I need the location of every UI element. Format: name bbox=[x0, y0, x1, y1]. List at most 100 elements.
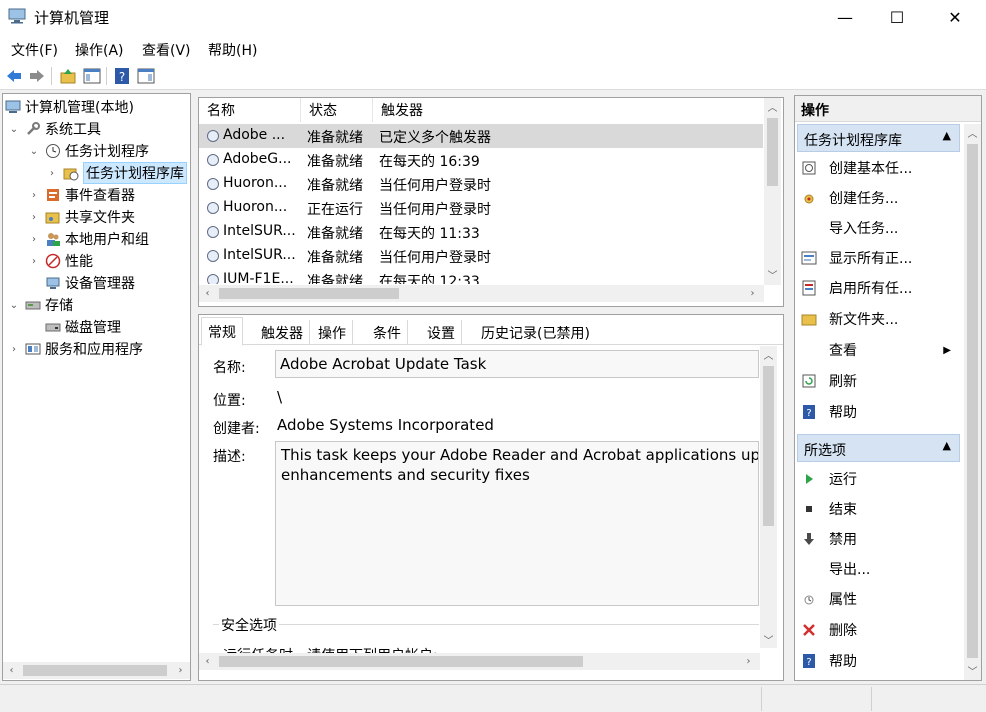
column-header-name[interactable]: 名称 bbox=[199, 98, 301, 122]
chevron-right-icon[interactable]: › bbox=[27, 190, 41, 201]
action-display-running[interactable]: 显示所有正... bbox=[801, 244, 957, 272]
collapse-icon[interactable]: ▲ bbox=[943, 439, 951, 452]
scroll-right-icon[interactable]: › bbox=[740, 653, 757, 670]
chevron-right-icon[interactable]: › bbox=[27, 256, 41, 267]
details-vertical-scrollbar[interactable]: ︿ ﹀ bbox=[760, 346, 777, 648]
scroll-up-icon[interactable]: ︿ bbox=[764, 98, 781, 115]
scroll-left-icon[interactable]: ‹ bbox=[3, 662, 20, 679]
tab-history[interactable]: 历史记录(已禁用) bbox=[475, 320, 596, 345]
tree-item-event-viewer[interactable]: › 事件查看器 bbox=[27, 184, 135, 206]
actions-section-library[interactable]: 任务计划程序库 ▲ bbox=[797, 124, 960, 152]
action-view[interactable]: 查看 ▶ bbox=[801, 336, 957, 364]
tree-horizontal-scrollbar[interactable]: ‹ › bbox=[3, 662, 190, 679]
menu-file[interactable]: 文件(F) bbox=[11, 40, 58, 60]
table-row[interactable]: IntelSUR... 准备就绪 当任何用户登录时 bbox=[199, 244, 763, 268]
details-horizontal-scrollbar[interactable]: ‹ › bbox=[199, 653, 760, 670]
action-new-folder[interactable]: 新文件夹... bbox=[801, 305, 957, 333]
action-help-selected[interactable]: ? 帮助 bbox=[801, 647, 957, 675]
menu-help[interactable]: 帮助(H) bbox=[208, 40, 257, 60]
tree-item-task-library[interactable]: › 任务计划程序库 bbox=[45, 162, 187, 184]
menu-action[interactable]: 操作(A) bbox=[75, 40, 124, 60]
scroll-down-icon[interactable]: ﹀ bbox=[964, 662, 981, 679]
show-hide-action-pane-icon[interactable] bbox=[137, 67, 155, 85]
close-button[interactable]: ✕ bbox=[932, 0, 978, 34]
chevron-down-icon[interactable]: ⌄ bbox=[27, 146, 41, 157]
table-row[interactable]: IUM-F1E... 准备就绪 在每天的 12:33 bbox=[199, 268, 763, 284]
menu-view[interactable]: 查看(V) bbox=[142, 40, 191, 60]
action-disable[interactable]: 禁用 bbox=[801, 525, 957, 553]
action-export[interactable]: 导出... bbox=[801, 555, 957, 583]
action-run[interactable]: 运行 bbox=[801, 465, 957, 493]
collapse-icon[interactable]: ▲ bbox=[943, 129, 951, 142]
tree-item-task-scheduler[interactable]: ⌄ 任务计划程序 bbox=[27, 140, 149, 162]
maximize-button[interactable]: ☐ bbox=[874, 0, 920, 34]
task-list-vertical-scrollbar[interactable]: ︿ ﹀ bbox=[764, 98, 781, 285]
chevron-right-icon[interactable]: › bbox=[27, 234, 41, 245]
table-row[interactable]: Huoron... 正在运行 当任何用户登录时 bbox=[199, 196, 763, 220]
action-import-task[interactable]: 导入任务... bbox=[801, 214, 957, 242]
column-header-trigger[interactable]: 触发器 bbox=[373, 98, 763, 122]
tree-item-services-apps[interactable]: › 服务和应用程序 bbox=[7, 338, 143, 360]
action-delete[interactable]: 删除 bbox=[801, 616, 957, 644]
scroll-right-icon[interactable]: › bbox=[744, 285, 761, 302]
scrollbar-thumb[interactable] bbox=[767, 118, 778, 186]
scroll-left-icon[interactable]: ‹ bbox=[199, 285, 216, 302]
tree-item-local-users[interactable]: › 本地用户和组 bbox=[27, 228, 149, 250]
tab-conditions[interactable]: 条件 bbox=[367, 320, 408, 345]
back-icon[interactable] bbox=[5, 67, 23, 85]
action-help-library[interactable]: ? 帮助 bbox=[801, 398, 957, 426]
table-row[interactable]: AdobeG... 准备就绪 在每天的 16:39 bbox=[199, 148, 763, 172]
action-refresh[interactable]: 刷新 bbox=[801, 367, 957, 395]
help-icon[interactable]: ? bbox=[113, 67, 131, 85]
scroll-down-icon[interactable]: ﹀ bbox=[760, 631, 777, 648]
tree-item-disk-management[interactable]: 磁盘管理 bbox=[45, 316, 121, 338]
scrollbar-thumb[interactable] bbox=[763, 366, 774, 526]
tab-settings[interactable]: 设置 bbox=[421, 320, 462, 345]
chevron-right-icon[interactable]: › bbox=[7, 344, 21, 355]
chevron-right-icon[interactable]: › bbox=[27, 212, 41, 223]
action-properties[interactable]: 属性 bbox=[801, 585, 957, 613]
scroll-down-icon[interactable]: ﹀ bbox=[764, 266, 781, 283]
scrollbar-thumb[interactable] bbox=[219, 656, 583, 667]
scrollbar-thumb[interactable] bbox=[967, 144, 978, 658]
scroll-left-icon[interactable]: ‹ bbox=[199, 653, 216, 670]
action-enable-history[interactable]: 启用所有任... bbox=[801, 274, 957, 302]
up-folder-icon[interactable] bbox=[59, 67, 77, 85]
tree-item-shared-folders[interactable]: › 共享文件夹 bbox=[27, 206, 135, 228]
scrollbar-thumb[interactable] bbox=[219, 288, 399, 299]
action-create-basic-task[interactable]: 创建基本任... bbox=[801, 154, 957, 182]
table-row[interactable]: Huoron... 准备就绪 当任何用户登录时 bbox=[199, 172, 763, 196]
table-row[interactable]: Adobe ... 准备就绪 已定义多个触发器 bbox=[199, 124, 763, 148]
column-header-status[interactable]: 状态 bbox=[301, 98, 373, 122]
table-row[interactable]: IntelSUR... 准备就绪 在每天的 11:33 bbox=[199, 220, 763, 244]
action-create-task[interactable]: 创建任务... bbox=[801, 184, 957, 212]
show-hide-tree-icon[interactable] bbox=[83, 67, 101, 85]
status-section bbox=[762, 687, 872, 711]
actions-section-selected[interactable]: 所选项 ▲ bbox=[797, 434, 960, 462]
actions-vertical-scrollbar[interactable]: ︿ ﹀ bbox=[964, 124, 981, 680]
tree-label: 设备管理器 bbox=[65, 276, 135, 292]
tree-item-storage[interactable]: ⌄ 存储 bbox=[7, 294, 73, 316]
tree-item-device-manager[interactable]: 设备管理器 bbox=[45, 272, 135, 294]
task-name-field[interactable]: Adobe Acrobat Update Task bbox=[275, 350, 759, 378]
scroll-right-icon[interactable]: › bbox=[172, 662, 189, 679]
storage-icon bbox=[25, 301, 41, 310]
tree-item-system-tools[interactable]: ⌄ 系统工具 bbox=[7, 118, 101, 140]
scrollbar-thumb[interactable] bbox=[23, 665, 167, 676]
scroll-up-icon[interactable]: ︿ bbox=[964, 124, 981, 141]
scroll-up-icon[interactable]: ︿ bbox=[760, 346, 777, 363]
description-field[interactable]: This task keeps your Adobe Reader and Ac… bbox=[275, 441, 759, 606]
chevron-right-icon[interactable]: › bbox=[45, 168, 59, 179]
chevron-down-icon[interactable]: ⌄ bbox=[7, 124, 21, 135]
action-end[interactable]: 结束 bbox=[801, 495, 957, 523]
tree-item-root[interactable]: 计算机管理(本地) bbox=[5, 96, 134, 118]
chevron-down-icon[interactable]: ⌄ bbox=[7, 300, 21, 311]
forward-icon[interactable] bbox=[28, 67, 46, 85]
tab-triggers[interactable]: 触发器 bbox=[255, 320, 310, 345]
tab-general[interactable]: 常规 bbox=[201, 317, 243, 346]
tab-actions[interactable]: 操作 bbox=[312, 320, 353, 345]
blank-icon bbox=[801, 561, 817, 577]
task-list-horizontal-scrollbar[interactable]: ‹ › bbox=[199, 285, 764, 302]
tree-item-performance[interactable]: › 性能 bbox=[27, 250, 93, 272]
minimize-button[interactable]: — bbox=[822, 0, 868, 34]
